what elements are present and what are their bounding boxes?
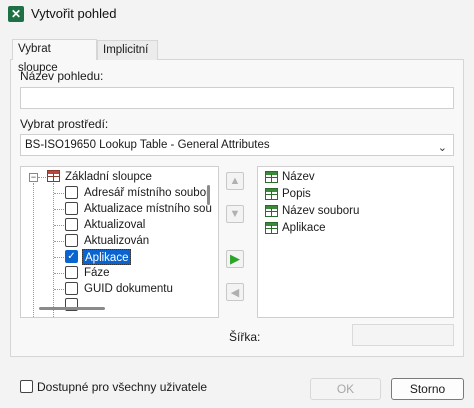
tree-item-label[interactable]: Aktualizace místního sou (84, 201, 212, 217)
tree-item-checkbox[interactable] (65, 282, 78, 295)
column-icon (265, 188, 278, 200)
tree-item-checkbox[interactable] (65, 234, 78, 247)
selected-column-item[interactable]: Název souboru (282, 203, 359, 219)
remove-column-button[interactable]: ◀ (226, 283, 244, 301)
column-icon (265, 171, 278, 183)
tree-item-label[interactable]: Aktualizoval (84, 217, 145, 233)
view-name-input[interactable] (20, 87, 454, 109)
available-columns-tree[interactable]: − Základní sloupce Adresář místního soub… (20, 166, 219, 318)
width-label: Šířka: (229, 330, 261, 344)
environment-select[interactable]: BS-ISO19650 Lookup Table - General Attri… (20, 134, 454, 156)
selected-column-item[interactable]: Název (282, 169, 315, 185)
move-up-button[interactable]: ▲ (226, 172, 244, 190)
window-title: Vytvořit pohled (31, 6, 117, 21)
selected-column-item[interactable]: Aplikace (282, 220, 325, 236)
selected-column-item[interactable]: Popis (282, 186, 311, 202)
vertical-scrollbar-thumb[interactable] (207, 185, 210, 205)
column-icon (265, 222, 278, 234)
tree-item-checkbox-checked[interactable]: ✓ (65, 250, 78, 263)
cancel-button[interactable]: Storno (391, 378, 464, 400)
arrow-up-icon: ▲ (229, 175, 241, 187)
arrow-down-icon: ▼ (229, 208, 241, 220)
environment-label: Vybrat prostředí: (20, 117, 109, 131)
column-icon (265, 205, 278, 217)
excel-app-icon: ✕ (8, 6, 24, 22)
tree-item-label[interactable]: GUID dokumentu (84, 281, 173, 297)
tab-select-columns-label: Vybrat sloupce (18, 43, 58, 74)
tree-item-checkbox[interactable] (65, 266, 78, 279)
tab-select-columns[interactable]: Vybrat sloupce (12, 39, 97, 74)
all-users-label: Dostupné pro všechny uživatele (37, 380, 208, 394)
ok-button[interactable]: OK (310, 378, 381, 400)
width-input[interactable] (352, 324, 454, 346)
arrow-right-icon: ▶ (230, 251, 240, 266)
tab-implicit-label: Implicitní (103, 44, 149, 56)
environment-selected-value: BS-ISO19650 Lookup Table - General Attri… (25, 139, 270, 151)
all-users-checkbox[interactable] (20, 380, 33, 393)
add-column-button[interactable]: ▶ (226, 250, 244, 268)
chevron-down-icon: ⌄ (437, 142, 447, 154)
tree-item-checkbox[interactable] (65, 186, 78, 199)
selected-columns-list[interactable]: Název Popis Název souboru Aplikace (257, 166, 454, 318)
tree-item-label-selected[interactable]: Aplikace (82, 249, 132, 265)
collapse-toggle-icon[interactable]: − (29, 173, 38, 182)
tree-item-label[interactable]: Adresář místního soubor (84, 185, 210, 201)
tree-item-checkbox[interactable] (65, 218, 78, 231)
move-down-button[interactable]: ▼ (226, 205, 244, 223)
horizontal-scrollbar-thumb[interactable] (39, 307, 105, 310)
tree-item-label[interactable]: Aktualizován (84, 233, 149, 249)
arrow-left-icon: ◀ (230, 286, 240, 299)
tree-item-label[interactable]: Fáze (84, 265, 110, 281)
tab-implicit[interactable]: Implicitní (97, 40, 158, 60)
tree-root-label[interactable]: Základní sloupce (65, 169, 152, 185)
tree-item-checkbox[interactable] (65, 202, 78, 215)
table-icon (47, 170, 60, 182)
